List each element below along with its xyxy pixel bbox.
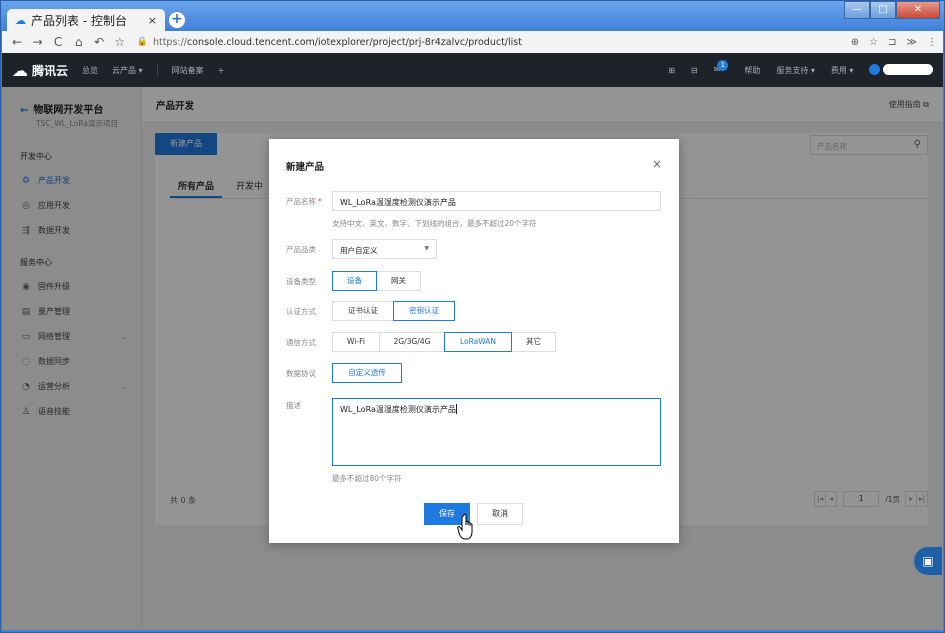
nav-help[interactable]: 帮助 bbox=[744, 65, 760, 76]
description-hint: 最多不超过80个字符 bbox=[332, 474, 402, 483]
nav-record[interactable]: 网站备案 bbox=[172, 65, 204, 76]
protocol-segment: 自定义透传 bbox=[332, 363, 402, 383]
description-textarea[interactable]: WL_LoRa温湿度检测仪演示产品 bbox=[332, 398, 661, 466]
comm-segment: Wi-Fi 2G/3G/4G LoRaWAN 其它 bbox=[332, 332, 556, 352]
browser-tab[interactable]: ☁ 产品列表 - 控制台 × bbox=[7, 9, 165, 31]
comm-other[interactable]: 其它 bbox=[511, 332, 556, 352]
brand-name: 腾讯云 bbox=[32, 63, 69, 78]
top-nav-right: ⊞ ⊟ ✉1 帮助 服务支持 ▾ 费用 ▾ bbox=[668, 59, 933, 77]
required-mark: * bbox=[318, 197, 322, 206]
protocol-custom[interactable]: 自定义透传 bbox=[332, 363, 402, 383]
auth-certificate[interactable]: 证书认证 bbox=[332, 301, 394, 321]
tab-title: 产品列表 - 控制台 bbox=[31, 13, 127, 28]
close-window-button[interactable]: ✕ bbox=[896, 1, 940, 19]
mail-button[interactable]: ✉1 bbox=[714, 59, 729, 76]
back-icon[interactable]: ← bbox=[8, 35, 26, 49]
document-icon[interactable]: ⊟ bbox=[691, 66, 698, 75]
more-tools-icon[interactable]: ≫ bbox=[907, 37, 917, 48]
avatar bbox=[869, 63, 881, 75]
auth-segment: 证书认证 密钥认证 bbox=[332, 301, 455, 321]
nav-add-icon[interactable]: + bbox=[218, 66, 225, 75]
device-type-gateway[interactable]: 网关 bbox=[376, 271, 421, 291]
comm-cellular[interactable]: 2G/3G/4G bbox=[379, 332, 445, 352]
close-icon[interactable]: × bbox=[652, 157, 662, 171]
protocol-label: 数据协议 bbox=[286, 369, 316, 378]
star-icon[interactable]: ☆ bbox=[869, 37, 878, 48]
chat-float-button[interactable]: ▣ bbox=[914, 547, 942, 575]
chat-icon: ▣ bbox=[922, 554, 934, 568]
menu-icon[interactable]: ⋮ bbox=[927, 37, 937, 48]
device-type-device[interactable]: 设备 bbox=[332, 271, 377, 291]
category-select[interactable]: 用户自定义 ▼ bbox=[332, 239, 437, 259]
product-name-label: 产品名称 * bbox=[286, 196, 322, 207]
text-caret bbox=[455, 404, 457, 414]
chevron-down-icon: ▼ bbox=[424, 245, 429, 252]
cancel-button[interactable]: 取消 bbox=[477, 503, 523, 525]
nav-products[interactable]: 云产品 ▾ bbox=[112, 65, 143, 76]
close-tab-icon[interactable]: × bbox=[148, 14, 157, 27]
window-controls: — □ ✕ bbox=[844, 1, 940, 19]
new-product-dialog: 新建产品 × 产品名称 * WL_LoRa温湿度检测仪演示产品 支持中文、英文、数… bbox=[269, 139, 679, 543]
description-text: WL_LoRa温湿度检测仪演示产品 bbox=[340, 405, 456, 414]
nav-separator bbox=[156, 64, 158, 76]
comm-lorawan[interactable]: LoRaWAN bbox=[444, 332, 512, 352]
url-field[interactable]: 🔒 https:// console.cloud.tencent.com/iot… bbox=[137, 37, 522, 48]
comm-label: 通信方式 bbox=[286, 338, 316, 347]
url-text: console.cloud.tencent.com/iotexplorer/pr… bbox=[187, 36, 522, 48]
grid-icon[interactable]: ⊞ bbox=[668, 66, 675, 75]
category-label: 产品品类 bbox=[286, 245, 316, 254]
user-name-redacted bbox=[883, 63, 933, 75]
nav-overview[interactable]: 总览 bbox=[82, 65, 98, 76]
dialog-title: 新建产品 bbox=[286, 162, 325, 173]
cloud-icon: ☁ bbox=[15, 14, 26, 27]
tencent-cloud-logo-icon: ☁ bbox=[12, 60, 28, 80]
product-name-hint: 支持中文、英文、数字、下划线的组合，最多不超过20个字符 bbox=[332, 219, 537, 228]
bookmark-icon[interactable]: ☆ bbox=[111, 35, 129, 49]
device-type-label: 设备类型 bbox=[286, 277, 316, 286]
undo-icon[interactable]: ↶ bbox=[90, 35, 108, 49]
nav-cost[interactable]: 费用 ▾ bbox=[831, 65, 854, 76]
console-top-nav: ☁ 腾讯云 总览 云产品 ▾ 网站备案 + ⊞ ⊟ ✉1 帮助 服务支持 ▾ 费… bbox=[2, 53, 943, 87]
forward-icon[interactable]: → bbox=[29, 35, 47, 49]
mail-badge: 1 bbox=[717, 59, 729, 71]
home-icon[interactable]: ⌂ bbox=[70, 35, 88, 49]
url-protocol: https:// bbox=[152, 36, 188, 48]
browser-tools: ⊕ ☆ ⊐ ≫ ⋮ bbox=[851, 37, 937, 48]
description-label: 描述 bbox=[286, 401, 301, 410]
maximize-button[interactable]: □ bbox=[870, 1, 896, 19]
user-menu[interactable] bbox=[869, 63, 933, 77]
tab-bar: ☁ 产品列表 - 控制台 × + bbox=[5, 5, 935, 31]
nav-buttons: ← → C ⌂ ↶ ☆ bbox=[8, 35, 129, 49]
device-type-segment: 设备 网关 bbox=[332, 271, 421, 291]
auth-label: 认证方式 bbox=[286, 307, 316, 316]
label-text: 产品名称 bbox=[286, 197, 316, 206]
lock-icon: 🔒 bbox=[136, 37, 148, 47]
auth-key[interactable]: 密钥认证 bbox=[393, 301, 455, 321]
browser-window: ☁ 产品列表 - 控制台 × + — □ ✕ ← → C ⌂ ↶ ☆ 🔒 htt… bbox=[0, 0, 945, 633]
comm-wifi[interactable]: Wi-Fi bbox=[332, 332, 380, 352]
zoom-icon[interactable]: ⊕ bbox=[851, 37, 859, 48]
hand-cursor-icon bbox=[457, 513, 473, 540]
category-value: 用户自定义 bbox=[340, 246, 378, 255]
address-bar: ← → C ⌂ ↶ ☆ 🔒 https:// console.cloud.ten… bbox=[2, 31, 943, 53]
reload-icon[interactable]: C bbox=[49, 35, 67, 49]
product-name-input[interactable]: WL_LoRa温湿度检测仪演示产品 bbox=[332, 191, 661, 211]
crop-icon[interactable]: ⊐ bbox=[888, 37, 896, 48]
minimize-button[interactable]: — bbox=[844, 1, 870, 19]
nav-support[interactable]: 服务支持 ▾ bbox=[776, 65, 815, 76]
brand-logo[interactable]: ☁ 腾讯云 bbox=[12, 61, 68, 80]
new-tab-button[interactable]: + bbox=[168, 11, 186, 29]
